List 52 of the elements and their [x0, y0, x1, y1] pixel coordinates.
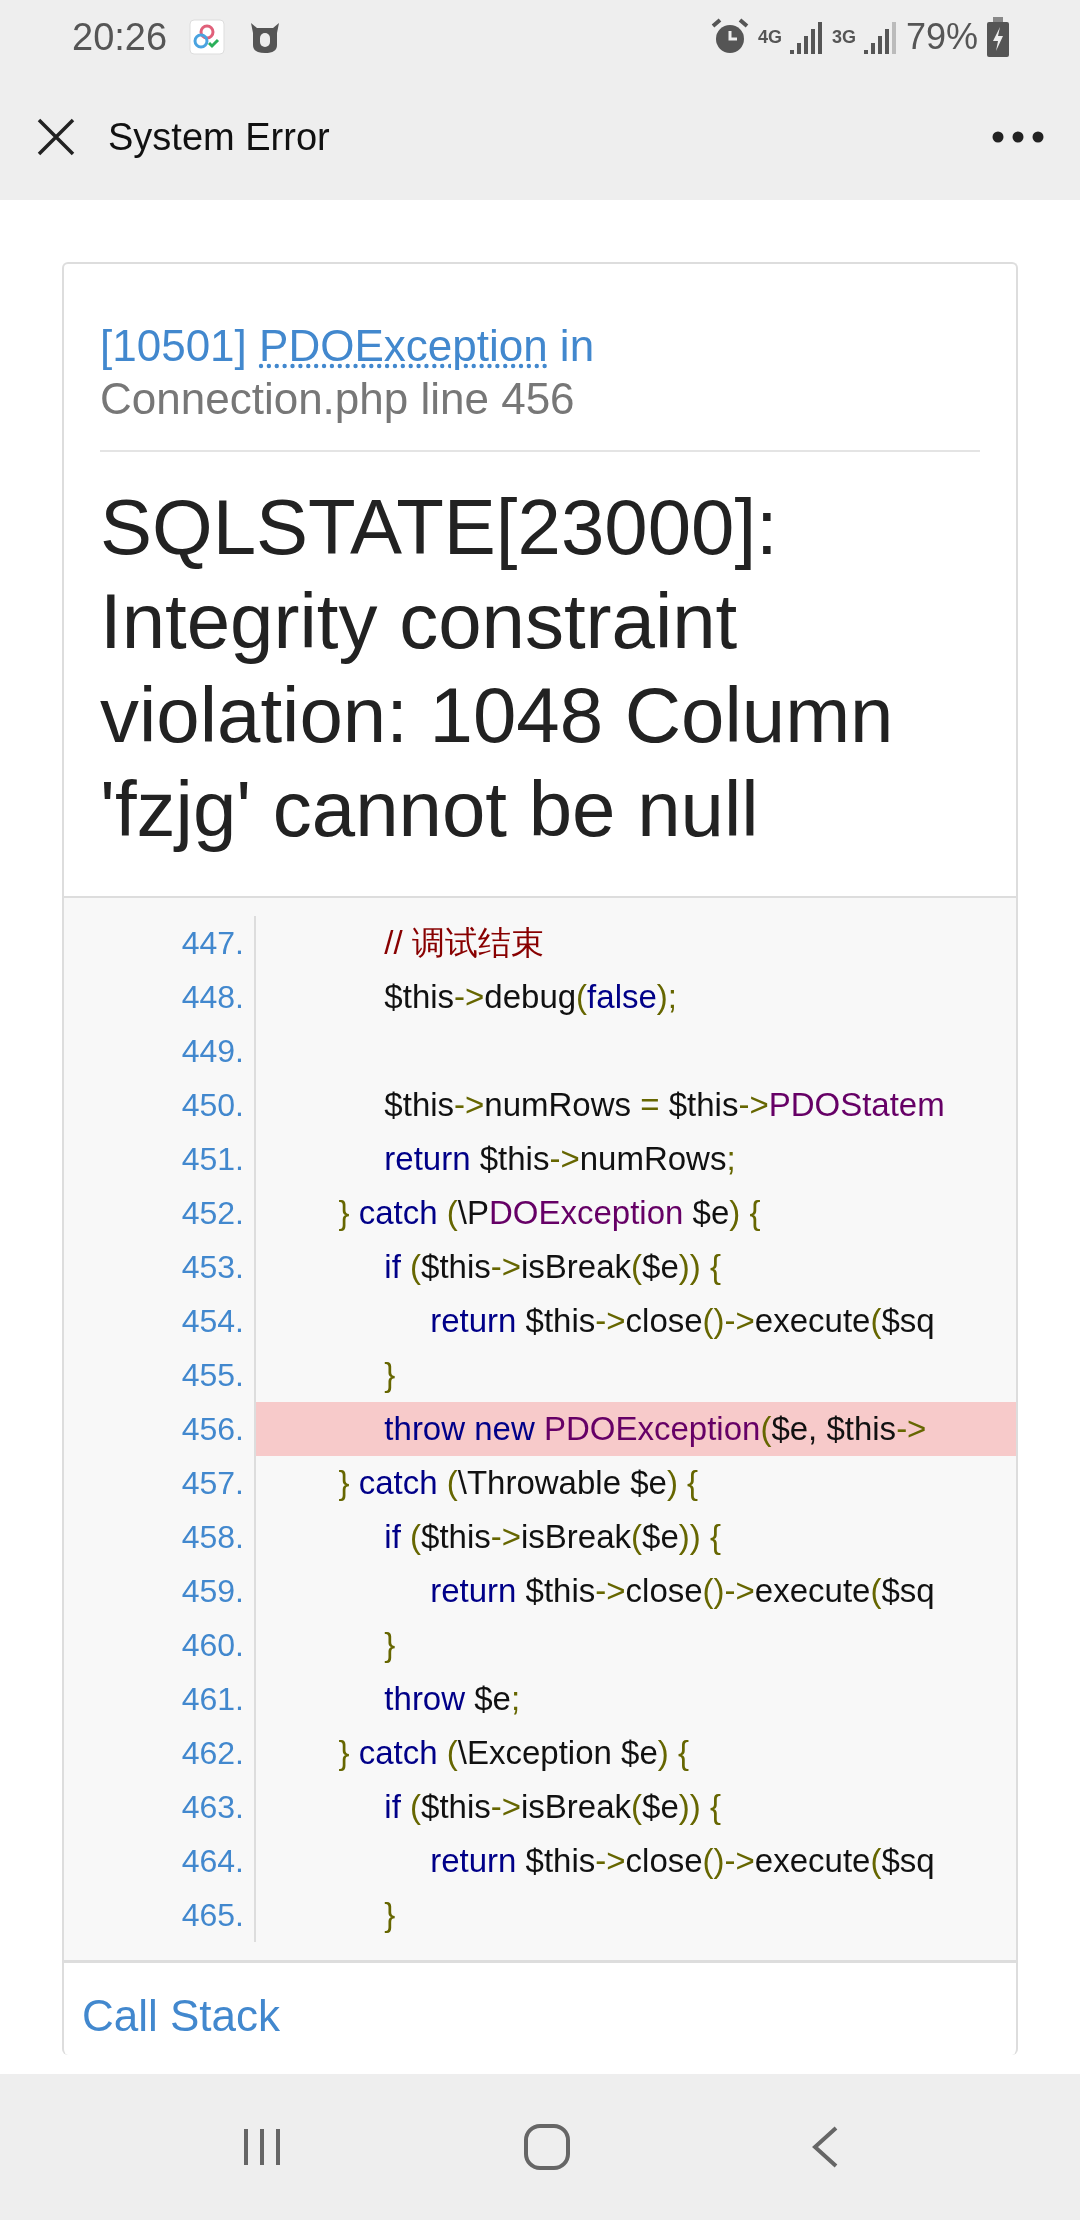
- line-number: 447.: [64, 915, 256, 970]
- line-number: 449.: [64, 1023, 256, 1078]
- code-line: throw $e;: [383, 1678, 522, 1719]
- app-icon: [189, 19, 226, 55]
- code-line: }: [383, 1354, 397, 1395]
- line-number: 464.: [64, 1833, 256, 1888]
- battery-icon: [986, 17, 1010, 57]
- code-line: return $this->close()->execute($sq: [429, 1840, 936, 1881]
- error-location: Connection.php line 456: [100, 372, 576, 425]
- error-title: [10501] PDOException in: [100, 320, 596, 372]
- line-number: 458.: [64, 1509, 256, 1564]
- code-line: return $this->numRows;: [383, 1138, 737, 1179]
- close-icon[interactable]: [36, 117, 76, 157]
- line-number: 462.: [64, 1725, 256, 1780]
- clock: 20:26: [72, 15, 168, 59]
- section-title: Call Stack: [82, 1990, 282, 2041]
- code-line: if ($this->isBreak($e)) {: [383, 1516, 722, 1557]
- line-number: 452.: [64, 1185, 256, 1240]
- line-number: 465.: [64, 1887, 256, 1942]
- code-line: $this->numRows = $this->PDOStatem: [383, 1084, 946, 1125]
- page-title: System Error: [108, 115, 330, 159]
- line-number: 459.: [64, 1563, 256, 1618]
- exception-link[interactable]: PDOException: [259, 321, 548, 370]
- code-line: }: [383, 1624, 397, 1665]
- line-number: 453.: [64, 1239, 256, 1294]
- code-line: } catch (\Throwable $e) {: [337, 1462, 700, 1503]
- code-line: // 调试结束: [383, 922, 545, 963]
- line-number: 451.: [64, 1131, 256, 1186]
- battery-level: 79%: [905, 16, 978, 58]
- network-type: 4G: [757, 28, 782, 46]
- error-message: SQLSTATE[23000]: Integrity constraint violation: 1048 Column 'fzjg' cannot be null: [100, 481, 895, 855]
- code-line: } catch (\Exception $e) {: [337, 1732, 690, 1773]
- code-line: return $this->close()->execute($sq: [429, 1300, 936, 1341]
- line-number: 457.: [64, 1455, 256, 1510]
- code-line: } catch (\PDOException $e) {: [337, 1192, 762, 1233]
- code-line: }: [383, 1894, 397, 1935]
- line-number: 454.: [64, 1293, 256, 1348]
- line-number: 460.: [64, 1617, 256, 1672]
- code-line: if ($this->isBreak($e)) {: [383, 1246, 722, 1287]
- more-icon[interactable]: [992, 131, 1044, 143]
- line-number: 455.: [64, 1347, 256, 1402]
- code-line: $this->debug(false);: [383, 976, 678, 1017]
- signal-icon: [789, 20, 824, 54]
- line-number: 450.: [64, 1077, 256, 1132]
- line-number: 461.: [64, 1671, 256, 1726]
- code-line: return $this->close()->execute($sq: [429, 1570, 936, 1611]
- line-number: 463.: [64, 1779, 256, 1834]
- line-number: 448.: [64, 969, 256, 1024]
- signal-icon: [863, 20, 898, 54]
- home-icon[interactable]: [523, 2123, 571, 2171]
- code-line: if ($this->isBreak($e)) {: [383, 1786, 722, 1827]
- network-type: 3G: [831, 28, 856, 46]
